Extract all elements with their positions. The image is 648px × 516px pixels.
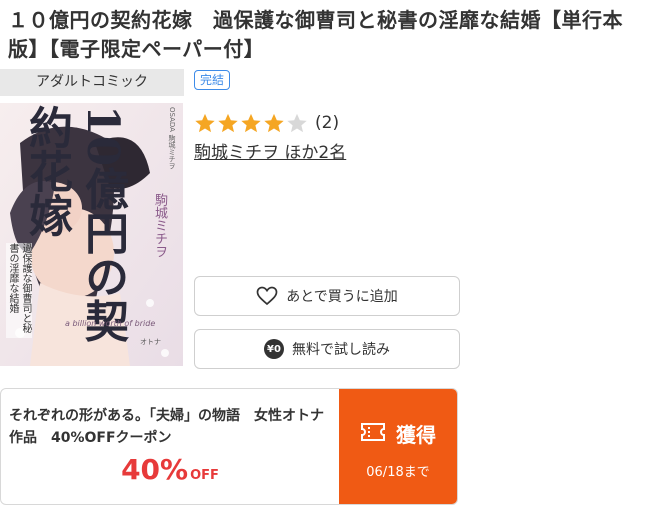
discount-value: 40% [121,453,189,486]
yen-zero-icon: ¥0 [264,339,284,359]
coupon-get-button[interactable]: 獲得 06/18まで [339,389,457,504]
star-icon [195,113,215,132]
cover-image[interactable]: 10億円の契約花嫁 過保護な御曹司と秘書の淫靡な結婚 駒城ミチヲ OSADA 駒… [0,103,183,366]
heart-outline-icon [256,286,278,306]
cover-subtitle-text: 過保護な御曹司と秘書の淫靡な結婚 [6,243,32,338]
coupon-description: それぞれの形がある。「夫婦」の物語 女性オトナ作品 40%OFFクーポン [9,408,324,446]
discount-suffix: OFF [190,468,219,483]
star-icon [264,113,284,132]
coupon-discount: 40% OFF [1,453,339,486]
author-link[interactable]: 駒城ミチヲ ほか2名 [194,138,346,163]
get-label: 獲得 [396,423,436,447]
genre-label[interactable]: アダルトコミック [0,69,184,96]
free-trial-label: 無料で試し読み [292,342,390,358]
status-badge: 完結 [194,70,231,90]
cover-side-text: OSADA 駒城ミチヲ [168,107,176,170]
star-icon [241,113,261,132]
ticket-icon [360,421,386,447]
free-trial-button[interactable]: ¥0 無料で試し読み [194,329,460,369]
wishlist-button[interactable]: あとで買うに追加 [194,276,460,316]
star-icon [218,113,238,132]
review-count[interactable]: (2) [315,113,339,133]
wishlist-label: あとで買うに追加 [286,289,398,305]
star-icon [287,113,307,132]
cover-publisher-text: オトナ [140,338,161,346]
star-rating[interactable]: (2) [194,110,339,136]
cover-author-text: 駒城ミチヲ [152,193,167,258]
cover-english-text: a billion worth of bride [65,319,156,328]
coupon-card: それぞれの形がある。「夫婦」の物語 女性オトナ作品 40%OFFクーポン 40%… [0,388,458,505]
coupon-deadline: 06/18まで [366,465,430,480]
product-title: １０億円の契約花嫁 過保護な御曹司と秘書の淫靡な結婚【単行本版】【電子限定ペーパ… [8,8,623,61]
